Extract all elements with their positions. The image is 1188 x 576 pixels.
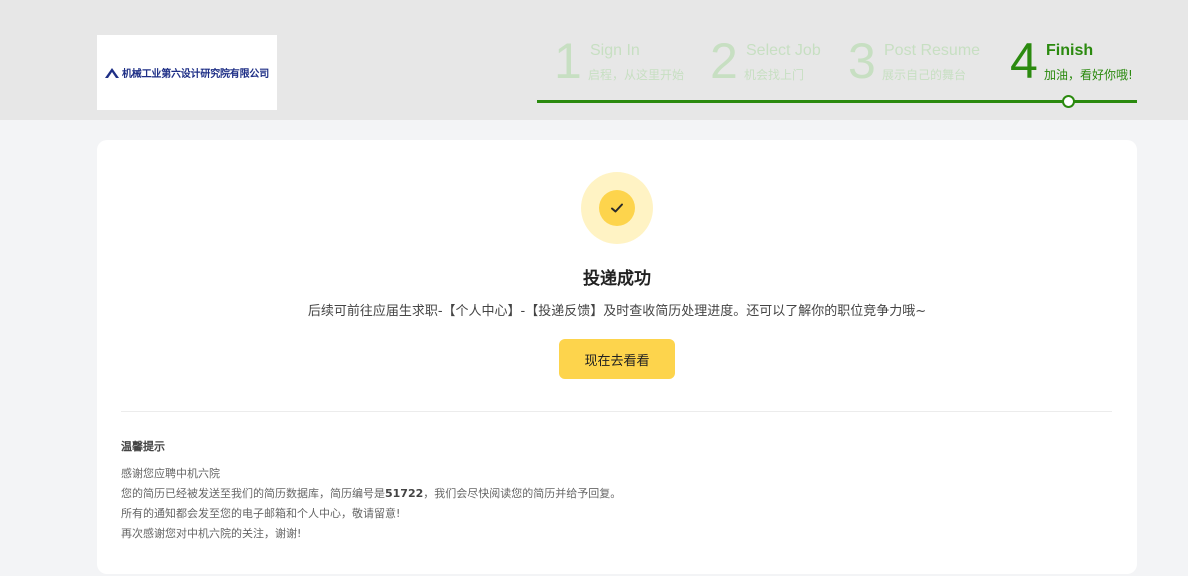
tips-line-thanks: 感谢您应聘中机六院	[121, 467, 220, 480]
step-number: 4	[1010, 33, 1038, 89]
progress-dot-icon	[1062, 95, 1075, 108]
step-number: 3	[848, 33, 876, 89]
step-subtitle: 启程，从这里开始	[588, 68, 685, 82]
step-subtitle: 加油，看好你哦!	[1044, 68, 1133, 82]
view-now-button[interactable]: 现在去看看	[559, 339, 675, 379]
logo-mark-icon	[105, 67, 119, 78]
tips-section: 温馨提示 感谢您应聘中机六院 您的简历已经被发送至我们的简历数据库，简历编号是5…	[121, 440, 1081, 544]
resume-number: 51722	[385, 487, 424, 500]
tips-line-resume-prefix: 您的简历已经被发送至我们的简历数据库，简历编号是	[121, 487, 385, 500]
step-number: 2	[710, 33, 738, 89]
success-icon-circle	[599, 190, 635, 226]
success-title: 投递成功	[583, 269, 651, 289]
check-icon	[611, 203, 623, 213]
divider	[121, 411, 1112, 412]
result-card: 投递成功 后续可前往应届生求职-【个人中心】-【投递反馈】及时查收简历处理进度。…	[97, 140, 1137, 574]
tips-line-notice: 所有的通知都会发至您的电子邮箱和个人中心，敬请留意!	[121, 507, 401, 520]
success-description: 后续可前往应届生求职-【个人中心】-【投递反馈】及时查收简历处理进度。还可以了解…	[307, 304, 927, 319]
step-title: Select Job	[746, 42, 821, 59]
tips-line-thanks-again: 再次感谢您对中机六院的关注，谢谢!	[121, 527, 302, 540]
header: 机械工业第六设计研究院有限公司 1 Sign In 启程，从这里开始 2 Sel…	[0, 0, 1188, 120]
step-title: Post Resume	[884, 42, 981, 59]
tips-line-resume: 您的简历已经被发送至我们的简历数据库，简历编号是51722，我们会尽快阅读您的简…	[121, 484, 1081, 504]
step-title: Finish	[1046, 42, 1094, 59]
step-subtitle: 机会找上门	[744, 68, 805, 82]
step-number: 1	[554, 33, 582, 89]
step-title: Sign In	[590, 42, 640, 59]
logo-text: 机械工业第六设计研究院有限公司	[122, 69, 269, 80]
success-icon-ring	[581, 172, 653, 244]
step-subtitle: 展示自己的舞台	[882, 68, 967, 82]
company-logo[interactable]: 机械工业第六设计研究院有限公司	[97, 35, 277, 110]
tips-line-resume-suffix: ，我们会尽快阅读您的简历并给予回复。	[423, 487, 622, 500]
tips-title: 温馨提示	[121, 440, 165, 453]
progress-line	[537, 100, 1137, 103]
